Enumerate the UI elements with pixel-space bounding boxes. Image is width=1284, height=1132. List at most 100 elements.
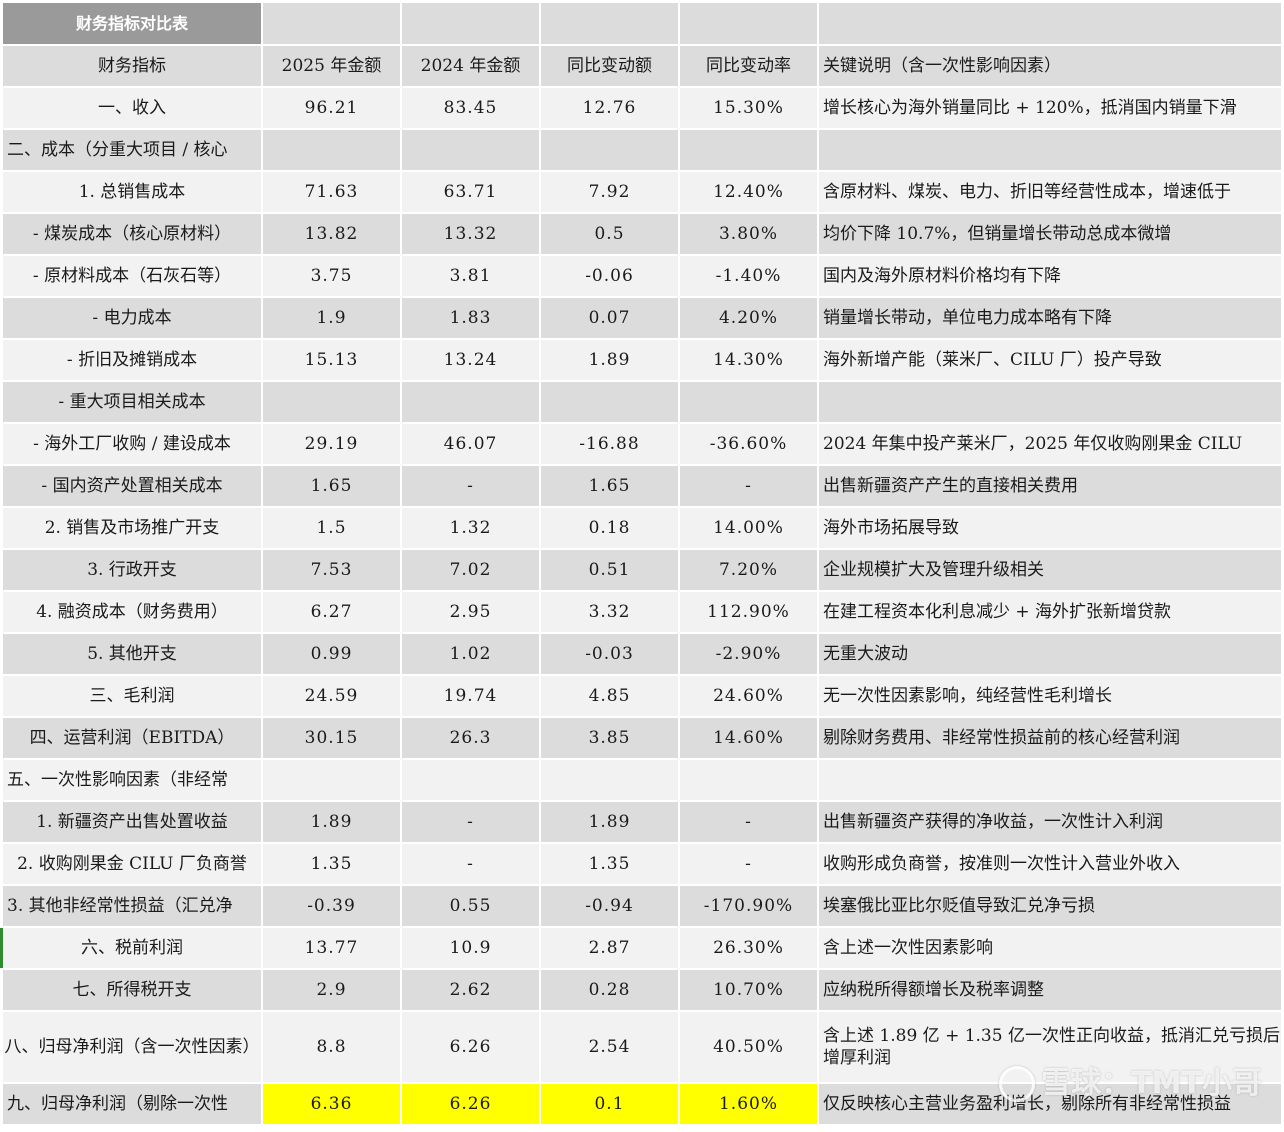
value-2025-cell[interactable]: 1.35 (263, 844, 400, 884)
change-amount-cell[interactable]: 2.87 (541, 928, 678, 968)
note-cell[interactable]: 无一次性因素影响，纯经营性毛利增长 (819, 676, 1281, 716)
value-2025-cell[interactable]: 2.9 (263, 970, 400, 1010)
change-rate-cell[interactable]: 4.20% (680, 298, 817, 338)
change-amount-cell[interactable]: 0.18 (541, 508, 678, 548)
value-2025-cell[interactable]: 13.77 (263, 928, 400, 968)
indicator-cell[interactable]: - 电力成本 (3, 298, 261, 338)
note-cell[interactable]: 含上述 1.89 亿 + 1.35 亿一次性正向收益，抵消汇兑亏损后增厚利润 (819, 1012, 1281, 1082)
change-amount-cell[interactable]: -16.88 (541, 424, 678, 464)
note-cell[interactable]: 在建工程资本化利息减少 + 海外扩张新增贷款 (819, 592, 1281, 632)
change-rate-cell[interactable]: 14.30% (680, 340, 817, 380)
note-cell[interactable]: 埃塞俄比亚比尔贬值导致汇兑净亏损 (819, 886, 1281, 926)
indicator-cell[interactable]: 七、所得税开支 (3, 970, 261, 1010)
indicator-cell[interactable]: 2. 收购刚果金 CILU 厂负商誉 (3, 844, 261, 884)
note-cell[interactable]: 出售新疆资产产生的直接相关费用 (819, 466, 1281, 506)
value-2025-cell[interactable]: 1.5 (263, 508, 400, 548)
indicator-cell[interactable]: 五、一次性影响因素（非经常 (3, 760, 261, 800)
value-2024-cell[interactable]: 2.95 (402, 592, 539, 632)
value-2024-cell[interactable]: - (402, 466, 539, 506)
change-rate-cell[interactable]: -1.40% (680, 256, 817, 296)
indicator-cell[interactable]: 5. 其他开支 (3, 634, 261, 674)
value-2025-cell[interactable] (263, 130, 400, 170)
value-2025-cell[interactable] (263, 382, 400, 422)
change-amount-cell[interactable] (541, 130, 678, 170)
empty-cell[interactable] (680, 3, 817, 44)
indicator-cell[interactable]: - 原材料成本（石灰石等） (3, 256, 261, 296)
note-cell[interactable]: 应纳税所得额增长及税率调整 (819, 970, 1281, 1010)
value-2025-cell[interactable]: 1.65 (263, 466, 400, 506)
change-rate-cell[interactable]: 1.60% (680, 1084, 817, 1124)
value-2025-cell[interactable]: 29.19 (263, 424, 400, 464)
value-2025-cell[interactable]: 3.75 (263, 256, 400, 296)
empty-cell[interactable] (541, 3, 678, 44)
change-rate-cell[interactable]: 3.80% (680, 214, 817, 254)
value-2025-cell[interactable]: 6.27 (263, 592, 400, 632)
change-rate-cell[interactable] (680, 382, 817, 422)
change-amount-cell[interactable]: 0.07 (541, 298, 678, 338)
change-rate-cell[interactable]: 26.30% (680, 928, 817, 968)
change-amount-cell[interactable]: 4.85 (541, 676, 678, 716)
note-cell[interactable]: 无重大波动 (819, 634, 1281, 674)
change-amount-cell[interactable]: 7.92 (541, 172, 678, 212)
change-rate-cell[interactable]: 15.30% (680, 88, 817, 128)
header-cell-indicator[interactable]: 财务指标 (3, 46, 261, 86)
change-rate-cell[interactable]: -36.60% (680, 424, 817, 464)
value-2024-cell[interactable]: 83.45 (402, 88, 539, 128)
change-rate-cell[interactable]: 7.20% (680, 550, 817, 590)
header-cell-2024[interactable]: 2024 年金额 (402, 46, 539, 86)
note-cell[interactable]: 国内及海外原材料价格均有下降 (819, 256, 1281, 296)
change-amount-cell[interactable]: 1.35 (541, 844, 678, 884)
value-2024-cell[interactable]: 13.32 (402, 214, 539, 254)
note-cell[interactable]: 均价下降 10.7%，但销量增长带动总成本微增 (819, 214, 1281, 254)
value-2025-cell[interactable] (263, 760, 400, 800)
value-2024-cell[interactable]: 0.55 (402, 886, 539, 926)
value-2024-cell[interactable]: 2.62 (402, 970, 539, 1010)
value-2024-cell[interactable]: 3.81 (402, 256, 539, 296)
note-cell[interactable]: 海外新增产能（莱米厂、CILU 厂）投产导致 (819, 340, 1281, 380)
header-cell-2025[interactable]: 2025 年金额 (263, 46, 400, 86)
value-2025-cell[interactable]: 71.63 (263, 172, 400, 212)
value-2024-cell[interactable] (402, 130, 539, 170)
indicator-cell[interactable]: 六、税前利润 (3, 928, 261, 968)
change-rate-cell[interactable]: -2.90% (680, 634, 817, 674)
value-2024-cell[interactable]: 1.83 (402, 298, 539, 338)
value-2024-cell[interactable] (402, 382, 539, 422)
indicator-cell[interactable]: 九、归母净利润（剔除一次性 (3, 1084, 261, 1124)
change-amount-cell[interactable]: 0.51 (541, 550, 678, 590)
indicator-cell[interactable]: 一、收入 (3, 88, 261, 128)
value-2025-cell[interactable]: -0.39 (263, 886, 400, 926)
header-cell-notes[interactable]: 关键说明（含一次性影响因素） (819, 46, 1281, 86)
value-2025-cell[interactable]: 13.82 (263, 214, 400, 254)
value-2024-cell[interactable]: 7.02 (402, 550, 539, 590)
empty-cell[interactable] (263, 3, 400, 44)
note-cell[interactable] (819, 130, 1281, 170)
change-rate-cell[interactable]: - (680, 466, 817, 506)
indicator-cell[interactable]: 二、成本（分重大项目 / 核心 (3, 130, 261, 170)
indicator-cell[interactable]: 4. 融资成本（财务费用） (3, 592, 261, 632)
note-cell[interactable]: 含上述一次性因素影响 (819, 928, 1281, 968)
change-rate-cell[interactable]: 10.70% (680, 970, 817, 1010)
change-rate-cell[interactable]: - (680, 802, 817, 842)
note-cell[interactable]: 销量增长带动，单位电力成本略有下降 (819, 298, 1281, 338)
change-amount-cell[interactable] (541, 382, 678, 422)
value-2024-cell[interactable]: 63.71 (402, 172, 539, 212)
indicator-cell[interactable]: - 重大项目相关成本 (3, 382, 261, 422)
note-cell[interactable]: 含原材料、煤炭、电力、折旧等经营性成本，增速低于 (819, 172, 1281, 212)
change-amount-cell[interactable] (541, 760, 678, 800)
note-cell[interactable]: 企业规模扩大及管理升级相关 (819, 550, 1281, 590)
note-cell[interactable]: 出售新疆资产获得的净收益，一次性计入利润 (819, 802, 1281, 842)
value-2024-cell[interactable]: 6.26 (402, 1084, 539, 1124)
change-rate-cell[interactable]: - (680, 844, 817, 884)
change-amount-cell[interactable]: 1.89 (541, 802, 678, 842)
note-cell[interactable]: 收购形成负商誉，按准则一次性计入营业外收入 (819, 844, 1281, 884)
change-amount-cell[interactable]: -0.94 (541, 886, 678, 926)
value-2024-cell[interactable]: - (402, 802, 539, 842)
note-cell[interactable] (819, 760, 1281, 800)
value-2024-cell[interactable]: - (402, 844, 539, 884)
value-2024-cell[interactable]: 1.32 (402, 508, 539, 548)
change-amount-cell[interactable]: 1.65 (541, 466, 678, 506)
value-2025-cell[interactable]: 1.9 (263, 298, 400, 338)
value-2024-cell[interactable] (402, 760, 539, 800)
value-2025-cell[interactable]: 7.53 (263, 550, 400, 590)
change-rate-cell[interactable]: -170.90% (680, 886, 817, 926)
